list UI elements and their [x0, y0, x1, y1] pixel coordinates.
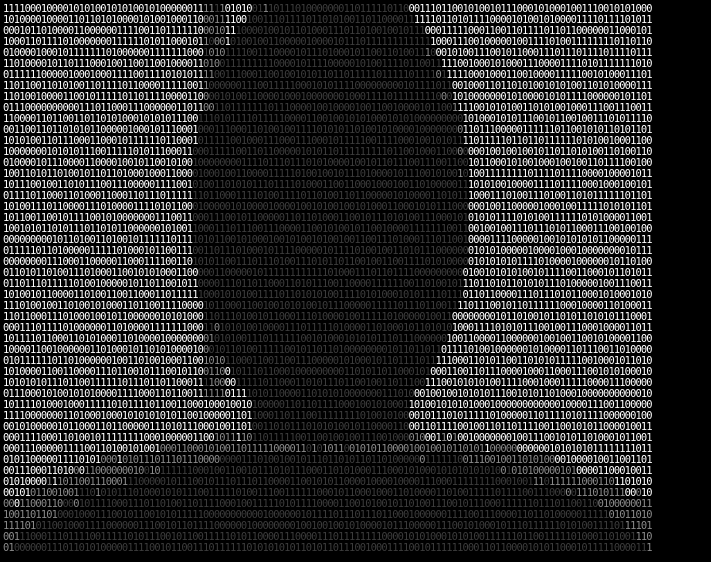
binary-art-canvas: 1111000100001010100101010010100000011111… [0, 0, 711, 562]
binary-art-row: 0100000011101101010000011110010110011101… [3, 542, 653, 554]
binary-digit-art: 1111000100001010100101010010100000011111… [3, 4, 653, 554]
